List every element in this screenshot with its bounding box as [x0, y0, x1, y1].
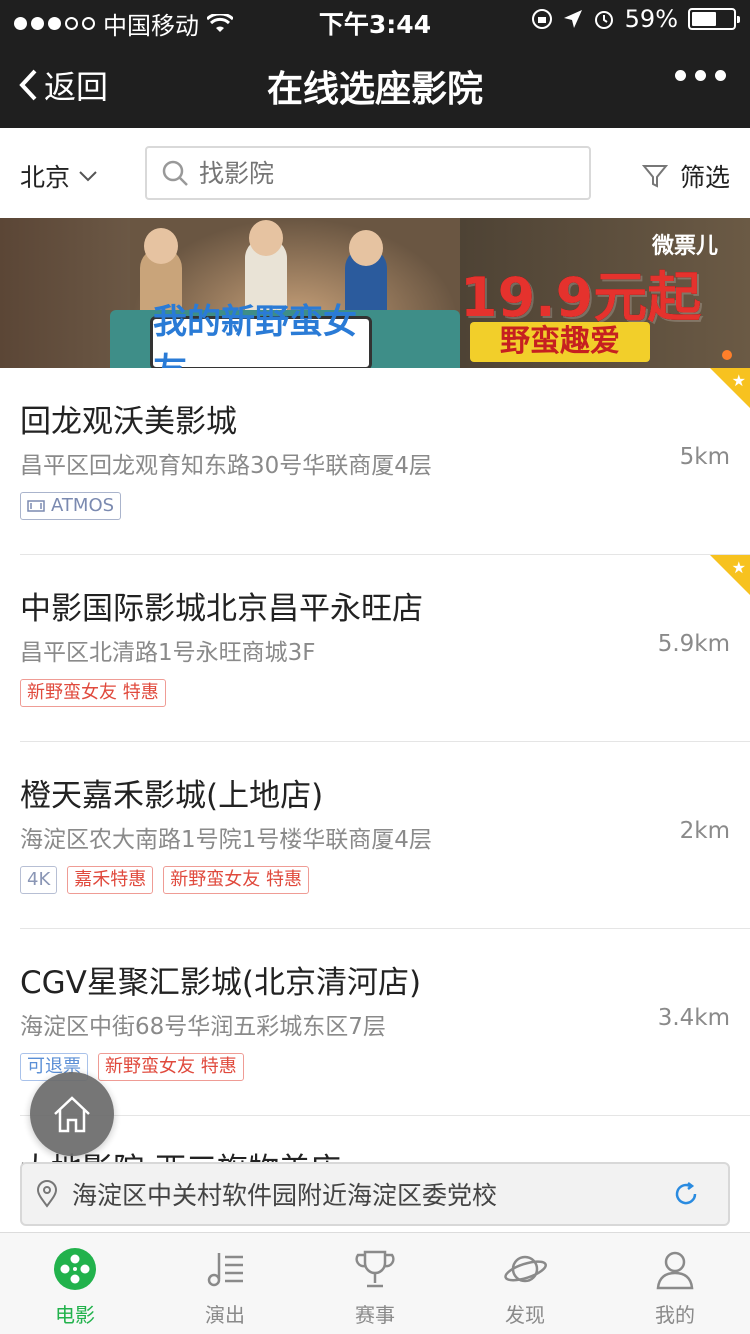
top-bar: 中国移动 下午3:44 59% 返回 在线选座影院 [0, 0, 750, 128]
tag-label: ATMOS [51, 495, 115, 516]
page-title: 在线选座影院 [266, 69, 483, 110]
planet-icon [501, 1245, 549, 1293]
status-bar: 中国移动 下午3:44 59% [0, 0, 750, 40]
search-box[interactable] [145, 146, 591, 200]
cinema-tags: 4K 嘉禾特惠 新野蛮女友 特惠 [20, 866, 309, 894]
location-text: 海淀区中关村软件园附近海淀区委党校 [72, 1181, 498, 1210]
tab-label: 赛事 [355, 1303, 395, 1327]
location-bar[interactable]: 海淀区中关村软件园附近海淀区委党校 [20, 1162, 730, 1226]
location-arrow-icon [563, 10, 582, 28]
map-pin-icon [36, 1180, 58, 1208]
atmos-tag: ATMOS [20, 492, 122, 520]
cinema-address: 昌平区回龙观育知东路30号华联商厦4层 [20, 453, 432, 479]
banner-figure-head [144, 228, 178, 264]
promo-tag: 新野蛮女友 特惠 [98, 1053, 244, 1081]
home-icon [54, 1096, 90, 1133]
tab-discover[interactable]: 发现 [450, 1233, 600, 1334]
music-note-icon [201, 1245, 249, 1293]
star-icon: ★ [731, 558, 746, 577]
banner-price: 19.9元起 [460, 266, 702, 329]
banner-slogan: 野蛮趣爱 [470, 322, 650, 362]
chevron-down-icon [79, 171, 97, 182]
cinema-address: 昌平区北清路1号永旺商城3F [20, 640, 316, 666]
cinema-item[interactable]: 橙天嘉禾影城(上地店) 海淀区农大南路1号院1号楼华联商厦4层 2km 4K 嘉… [20, 742, 750, 929]
orientation-lock-icon [531, 9, 552, 29]
alarm-icon [594, 11, 613, 29]
cinema-tags: ATMOS [20, 492, 122, 520]
promo-tag: 新野蛮女友 特惠 [163, 866, 309, 894]
cinema-list: ★ 回龙观沃美影城 昌平区回龙观育知东路30号华联商厦4层 5km ATMOS … [0, 368, 750, 1206]
cinema-name: CGV星聚汇影城(北京清河店) [20, 965, 422, 1001]
promo-tag: 嘉禾特惠 [67, 866, 154, 894]
tab-label: 发现 [505, 1303, 545, 1327]
cinema-item[interactable]: ★ 中影国际影城北京昌平永旺店 昌平区北清路1号永旺商城3F 5.9km 新野蛮… [20, 555, 750, 742]
banner-page-indicator [722, 350, 732, 360]
navigation-bar: 返回 在线选座影院 [0, 40, 750, 128]
city-selector[interactable]: 北京 [20, 158, 98, 194]
filter-button[interactable]: 筛选 [641, 158, 730, 194]
cinema-name: 橙天嘉禾影城(上地店) [20, 778, 324, 814]
promo-banner[interactable]: 我的新野蛮女友 微票儿 19.9元起 野蛮趣爱 [0, 218, 750, 368]
movie-logo-text: 我的新野蛮女友 [153, 302, 357, 368]
city-label: 北京 [20, 163, 71, 192]
cinema-distance: 2km [679, 818, 730, 844]
movie-logo: 我的新野蛮女友 [150, 302, 372, 368]
refresh-icon[interactable] [672, 1180, 700, 1208]
promo-tag: 新野蛮女友 特惠 [20, 679, 166, 707]
bottom-tab-bar: 电影 演出 赛事 发现 我的 [0, 1232, 750, 1334]
cinema-item[interactable]: CGV星聚汇影城(北京清河店) 海淀区中街68号华润五彩城东区7层 3.4km … [20, 929, 750, 1116]
more-button[interactable] [675, 70, 726, 81]
cinema-item[interactable]: ★ 回龙观沃美影城 昌平区回龙观育知东路30号华联商厦4层 5km ATMOS [20, 368, 750, 555]
banner-figure-head [249, 220, 283, 256]
cinema-name: 回龙观沃美影城 [20, 404, 237, 440]
tab-label: 我的 [655, 1303, 695, 1327]
funnel-icon [641, 165, 668, 188]
cinema-tags: 新野蛮女友 特惠 [20, 679, 166, 707]
search-icon [162, 160, 188, 186]
dolby-icon [27, 500, 45, 512]
tab-performance[interactable]: 演出 [150, 1233, 300, 1334]
tab-label: 演出 [205, 1303, 245, 1327]
search-row: 北京 筛选 [0, 128, 750, 218]
status-right: 59% [531, 5, 740, 33]
home-float-button[interactable] [30, 1072, 114, 1156]
search-input[interactable] [199, 158, 559, 188]
4k-tag: 4K [20, 866, 58, 894]
banner-figure-head [349, 230, 383, 266]
filter-label: 筛选 [679, 163, 730, 192]
tab-label: 电影 [55, 1303, 95, 1327]
trophy-icon [351, 1245, 399, 1293]
film-reel-icon [51, 1245, 99, 1293]
star-icon: ★ [731, 371, 746, 390]
cinema-distance: 5km [679, 444, 730, 470]
cinema-address: 海淀区农大南路1号院1号楼华联商厦4层 [20, 827, 432, 853]
tab-sports[interactable]: 赛事 [300, 1233, 450, 1334]
person-icon [651, 1245, 699, 1293]
tab-movie[interactable]: 电影 [0, 1233, 150, 1334]
cinema-distance: 5.9km [657, 631, 730, 657]
battery-icon [688, 8, 740, 30]
cinema-distance: 3.4km [657, 1005, 730, 1031]
tab-profile[interactable]: 我的 [600, 1233, 750, 1334]
battery-percent: 59% [624, 5, 678, 33]
cinema-name: 中影国际影城北京昌平永旺店 [20, 591, 423, 627]
cinema-address: 海淀区中街68号华润五彩城东区7层 [20, 1014, 386, 1040]
